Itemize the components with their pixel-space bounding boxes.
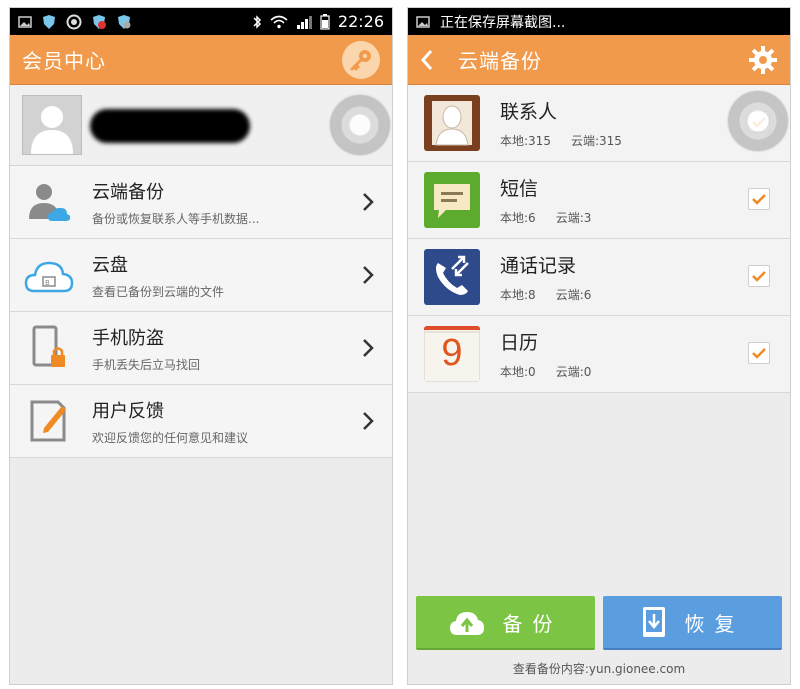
status-bar: 正在保存屏幕截图... (408, 8, 790, 35)
privacy-redaction (90, 108, 250, 143)
calendar-app-icon: 9 (424, 326, 480, 382)
backup-item-title: 日历 (500, 332, 539, 354)
menu-item-subtitle: 欢迎反馈您的任何意见和建议 (92, 430, 249, 445)
member-center-screen: 22:26 会员中心 18603011880 (10, 8, 392, 684)
cloud-backup-screen: 正在保存屏幕截图... 云端备份 联系人 本地:315 云端:315 短信 本地… (408, 8, 790, 684)
menu-item-anti-theft[interactable]: 手机防盗 手机丢失后立马找回 (10, 312, 392, 385)
contacts-icon (424, 95, 480, 151)
local-count: 本地:8 (500, 288, 536, 302)
phone-lock-icon (32, 325, 65, 367)
shield-icon (43, 14, 55, 29)
chevron-right-icon (363, 339, 374, 357)
backup-item-title: 联系人 (500, 101, 558, 123)
back-button[interactable] (420, 49, 444, 71)
calendar-checkbox[interactable] (748, 342, 770, 364)
menu-item-title: 云端备份 (92, 181, 164, 203)
settings-shield-icon (118, 14, 131, 29)
bluetooth-icon (253, 14, 261, 29)
gear-icon[interactable] (748, 45, 778, 75)
chevron-right-icon (363, 193, 374, 211)
cloud-count: 云端:0 (555, 365, 592, 379)
backup-item-contacts[interactable]: 联系人 本地:315 云端:315 (408, 85, 790, 162)
backup-button-label: 备份 (502, 611, 563, 636)
menu-item-feedback[interactable]: 用户反馈 欢迎反馈您的任何意见和建议 (10, 385, 392, 458)
restore-button-label: 恢复 (684, 611, 745, 636)
calendar-day-number: 9 (441, 332, 463, 374)
checkmark-icon (752, 271, 766, 282)
menu-item-subtitle: 手机丢失后立马找回 (92, 357, 201, 372)
checkmark-icon (752, 348, 766, 359)
menu-item-title: 手机防盗 (92, 327, 164, 349)
phone-download-icon (642, 607, 665, 637)
signal-icon (296, 15, 312, 29)
page-title: 云端备份 (458, 49, 542, 73)
backup-item-call-log[interactable]: 通话记录 本地:8 云端:6 (408, 239, 790, 316)
floating-assist-ball[interactable] (330, 95, 390, 155)
clock: 22:26 (337, 12, 384, 31)
restore-button[interactable]: 恢复 (603, 596, 782, 650)
backup-content-link[interactable]: 查看备份内容:yun.gionee.com (408, 660, 790, 677)
app-bar: 会员中心 (10, 35, 392, 85)
action-bar: 备份 恢复 查看备份内容:yun.gionee.com (408, 588, 790, 684)
local-count: 本地:315 (500, 134, 551, 148)
message-icon (424, 172, 480, 228)
chevron-right-icon (363, 266, 374, 284)
cloud-upload-icon (449, 612, 484, 635)
chevron-right-icon (363, 412, 374, 430)
key-icon (350, 49, 371, 70)
wifi-icon (270, 15, 288, 28)
record-icon (66, 14, 82, 29)
cloud-count: 云端:315 (570, 134, 622, 148)
status-right: 22:26 (252, 12, 384, 31)
menu-item-title: 云盘 (92, 254, 128, 276)
status-notification-text: 正在保存屏幕截图... (440, 14, 566, 31)
backup-item-title: 短信 (500, 178, 539, 200)
menu-item-cloud-backup[interactable]: 云端备份 备份或恢复联系人等手机数据... (10, 166, 392, 239)
sms-app-icon (424, 172, 480, 228)
user-cloud-icon (29, 184, 71, 221)
feedback-pencil-icon (30, 400, 66, 442)
page-title: 会员中心 (22, 49, 106, 73)
backup-button[interactable]: 备份 (416, 596, 595, 650)
battery-icon (320, 13, 330, 30)
menu-item-title: 用户反馈 (92, 400, 164, 422)
status-bar: 22:26 (10, 8, 392, 35)
backup-item-calendar[interactable]: 9 日历 本地:0 云端:0 (408, 316, 790, 393)
contacts-app-icon (424, 95, 480, 151)
user-profile[interactable]: 18603011880 (10, 85, 392, 166)
phone-call-icon (424, 249, 480, 305)
menu-item-cloud-drive[interactable]: B 云盘 查看已备份到云端的文件 (10, 239, 392, 312)
backup-item-title: 通话记录 (500, 255, 577, 277)
call-log-app-icon (424, 249, 480, 305)
menu-item-subtitle: 备份或恢复联系人等手机数据... (92, 211, 260, 226)
backup-item-sms[interactable]: 短信 本地:6 云端:3 (408, 162, 790, 239)
local-count: 本地:0 (500, 365, 536, 379)
default-avatar-icon (31, 106, 73, 154)
floating-assist-ball[interactable] (728, 91, 788, 151)
notification-icons (18, 14, 132, 30)
cloud-count: 云端:6 (555, 288, 592, 302)
call-log-checkbox[interactable] (748, 265, 770, 287)
local-count: 本地:6 (500, 211, 536, 225)
phone-number: 18603011880 (90, 108, 250, 143)
app-bar: 云端备份 (408, 35, 790, 85)
login-key-button[interactable] (342, 40, 380, 79)
checkmark-icon (752, 194, 766, 205)
avatar[interactable] (22, 95, 82, 155)
image-icon (18, 15, 32, 28)
cloud-count: 云端:3 (555, 211, 592, 225)
svg-text:B: B (45, 279, 50, 287)
menu-item-subtitle: 查看已备份到云端的文件 (92, 284, 225, 299)
image-icon (416, 15, 430, 28)
cloud-drive-icon: B (24, 261, 74, 293)
blocked-shield-icon (93, 14, 106, 29)
sms-checkbox[interactable] (748, 188, 770, 210)
chevron-left-icon (420, 49, 433, 70)
